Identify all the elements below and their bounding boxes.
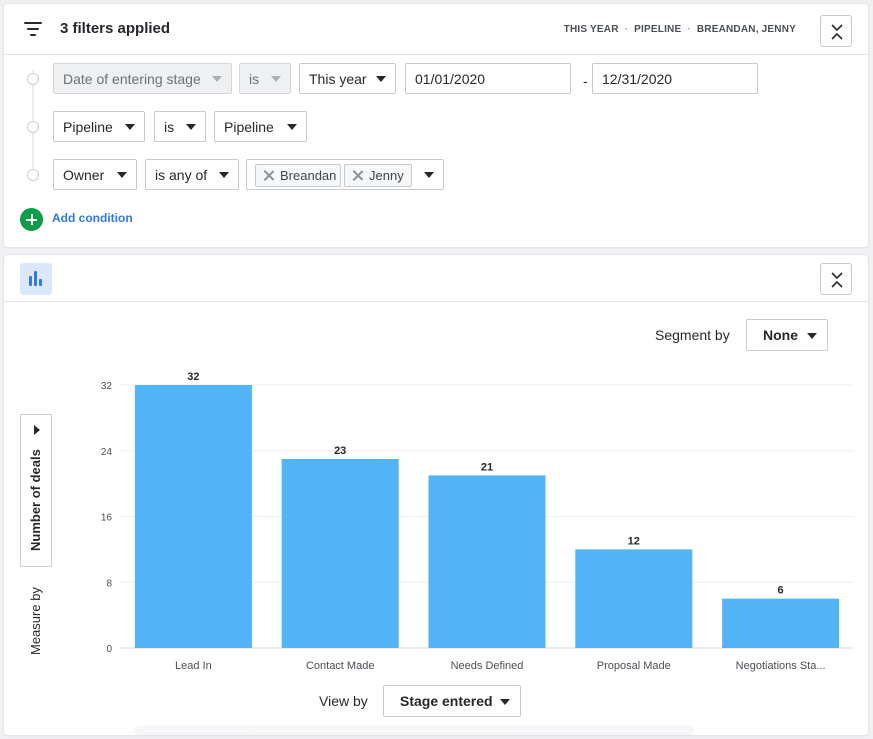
collapse-filters-button[interactable] [820, 15, 852, 47]
chevron-down-icon [117, 172, 127, 178]
condition-2-operator-value: is [164, 118, 175, 135]
condition-1-operator-select[interactable]: is [239, 63, 291, 94]
condition-2-field-value: Pipeline [63, 118, 113, 135]
bar-value-label: 21 [481, 461, 493, 473]
date-to-value: 12/31/2020 [602, 70, 673, 87]
x-tick-label: Needs Defined [451, 660, 524, 672]
chevron-down-icon [212, 76, 222, 82]
condition-3-operator-select[interactable]: is any of [145, 159, 239, 190]
condition-2-value-select[interactable]: Pipeline [214, 111, 307, 142]
bar [428, 475, 546, 648]
filter-header: 3 filters applied THIS YEAR · PIPELINE ·… [4, 4, 868, 55]
chart-panel: Segment by None Number of deals Measure … [4, 255, 868, 735]
filter-icon[interactable] [24, 22, 42, 36]
owner-multiselect[interactable]: Breandan Jenny [246, 159, 444, 190]
chevron-down-icon [219, 172, 229, 178]
remove-chip-icon[interactable] [352, 170, 363, 181]
bar [722, 598, 840, 648]
remove-chip-icon[interactable] [263, 170, 274, 181]
summary-owners: BREANDAN, JENNY [696, 24, 796, 35]
condition-3-field-value: Owner [63, 166, 105, 183]
filter-panel: 3 filters applied THIS YEAR · PIPELINE ·… [4, 4, 868, 247]
summary-period: THIS YEAR [563, 24, 619, 35]
chip-label: Jenny [369, 168, 404, 183]
x-tick-label: Negotiations Sta... [736, 660, 826, 672]
y-tick-label: 0 [106, 644, 112, 655]
condition-2-field-select[interactable]: Pipeline [53, 111, 145, 142]
date-to-input[interactable]: 12/31/2020 [592, 63, 758, 94]
bar-value-label: 23 [334, 445, 346, 457]
condition-node [27, 73, 39, 85]
chevron-down-icon [500, 699, 510, 705]
footer-shadow [134, 725, 694, 735]
chip-breandan: Breandan [255, 164, 341, 187]
chip-label: Breandan [280, 168, 337, 183]
y-tick-label: 16 [101, 513, 113, 524]
view-by-label: View by [319, 693, 368, 709]
bar-value-label: 12 [628, 535, 640, 547]
condition-1-operator-value: is [249, 70, 260, 87]
condition-3-field-select[interactable]: Owner [53, 159, 137, 190]
condition-1-value: This year [309, 70, 367, 87]
date-from-input[interactable]: 01/01/2020 [405, 63, 571, 94]
x-tick-label: Proposal Made [597, 660, 671, 672]
add-condition-link[interactable]: Add condition [52, 211, 133, 225]
condition-2-operator-select[interactable]: is [154, 111, 206, 142]
summary-separator: · [687, 24, 691, 35]
condition-node [27, 121, 39, 133]
collapse-icon [831, 24, 843, 40]
condition-1-value-select[interactable]: This year [299, 63, 396, 94]
filters-applied-title: 3 filters applied [60, 20, 171, 37]
view-by-dropdown[interactable]: Stage entered [383, 685, 521, 717]
condition-3-operator-value: is any of [155, 166, 208, 183]
summary-separator: · [624, 24, 629, 35]
condition-1-field-value: Date of entering stage [63, 70, 201, 87]
date-from-value: 01/01/2020 [415, 70, 486, 87]
bar [575, 549, 693, 648]
chevron-down-icon [125, 124, 135, 130]
condition-1-field-select[interactable]: Date of entering stage [53, 63, 232, 94]
add-condition-icon[interactable] [20, 208, 43, 231]
chevron-down-icon [271, 76, 281, 82]
bar-value-label: 32 [187, 371, 199, 383]
x-tick-label: Lead In [175, 660, 212, 672]
date-range-separator: - [583, 73, 588, 89]
chevron-down-icon [376, 76, 386, 82]
bar-chart: 0 8 16 24 32 32 Lead In 23 Contact Made 21 Needs D… [101, 371, 854, 672]
condition-node [27, 169, 39, 181]
bar [134, 385, 252, 648]
view-by-value: Stage entered [400, 693, 493, 709]
summary-pipeline: PIPELINE [634, 24, 682, 35]
bar [281, 458, 399, 648]
chip-jenny: Jenny [344, 164, 412, 187]
chevron-down-icon [186, 124, 196, 130]
y-tick-label: 8 [106, 578, 112, 589]
x-tick-label: Contact Made [306, 660, 374, 672]
bar-value-label: 6 [778, 585, 784, 597]
condition-2-value: Pipeline [224, 118, 274, 135]
y-tick-label: 24 [101, 447, 113, 458]
filter-summary: THIS YEAR · PIPELINE · BREANDAN, JENNY [564, 24, 796, 35]
chevron-down-icon [287, 124, 297, 130]
y-tick-label: 32 [101, 381, 113, 392]
chevron-down-icon[interactable] [424, 172, 434, 178]
